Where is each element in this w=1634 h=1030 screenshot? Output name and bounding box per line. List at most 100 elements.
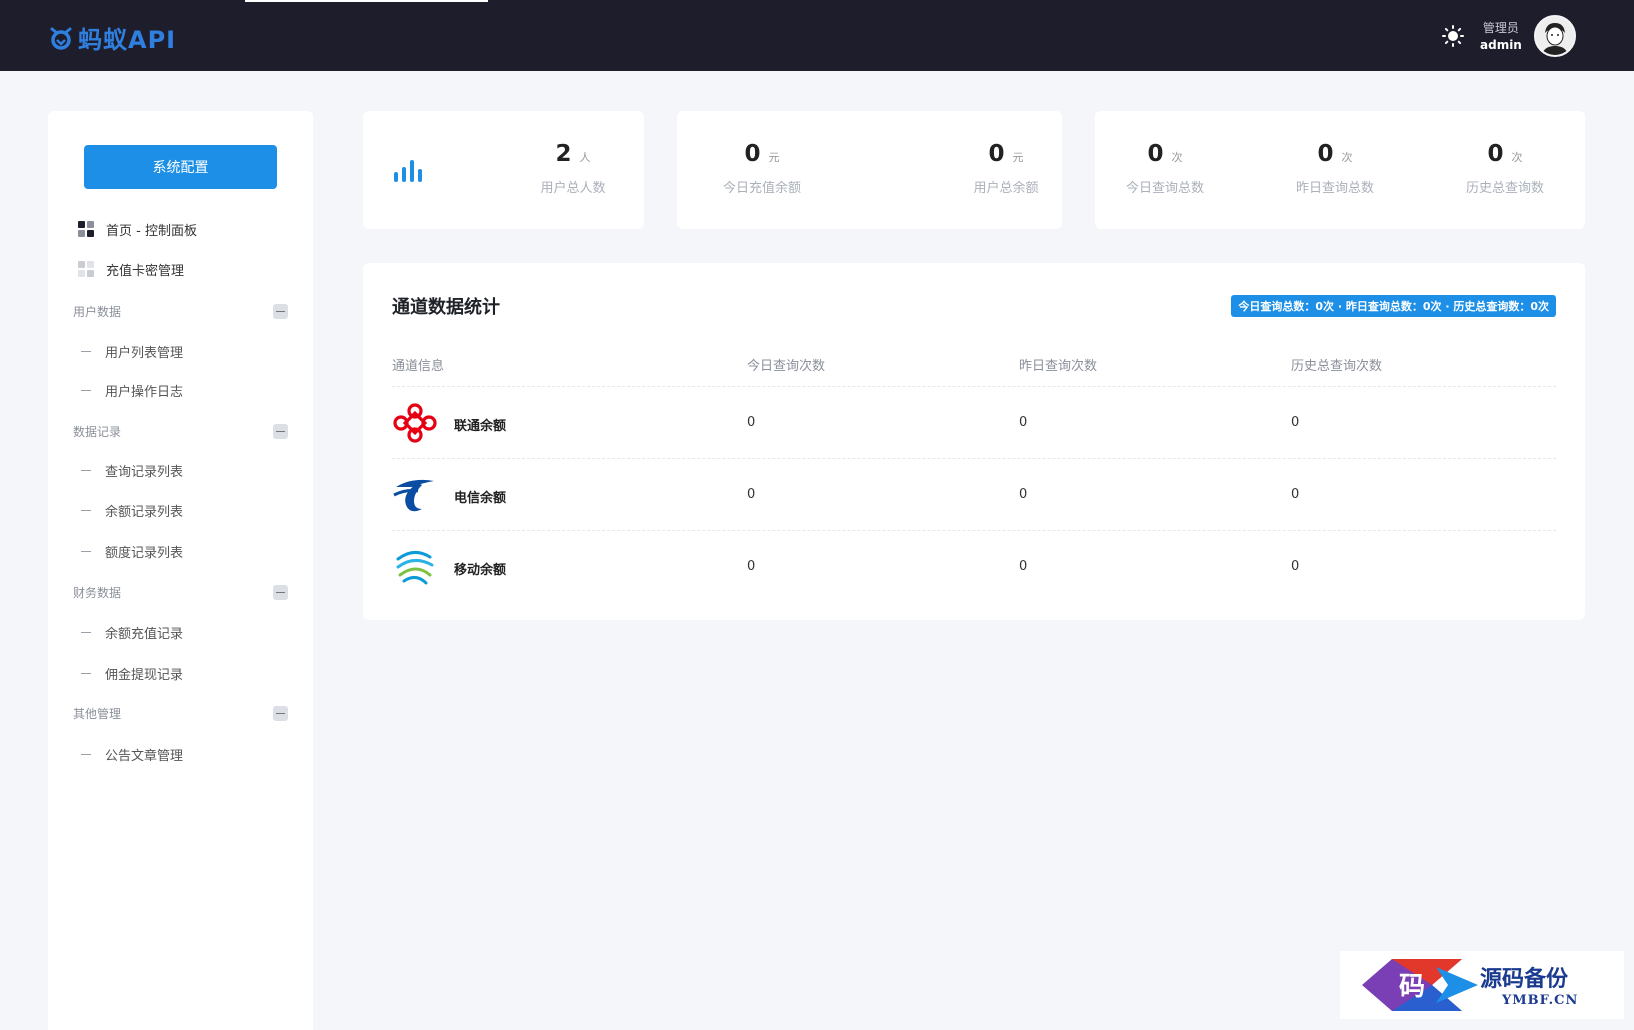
sidebar-item-withdraw-records[interactable]: 佣金提现记录 xyxy=(81,662,183,684)
dash-icon xyxy=(81,672,91,674)
sidebar: 系统配置 首页 - 控制面板 充值卡密管理 用户数据 用户列表管理 用户操作日志… xyxy=(48,111,313,1030)
user-role: 管理员 xyxy=(1482,21,1519,35)
stat-label: 用户总人数 xyxy=(540,181,606,196)
group-title-label: 其他管理 xyxy=(73,706,122,721)
dash-icon xyxy=(81,509,91,511)
stat-unit: 元 xyxy=(1012,151,1024,164)
channel-stats-panel: 通道数据统计 今日查询总数：0次 · 昨日查询总数：0次 · 历史总查询数：0次… xyxy=(363,263,1585,620)
stat-label: 今日充值余额 xyxy=(722,181,801,196)
stat-value: 0 xyxy=(988,141,1005,167)
stat-unit: 人 xyxy=(579,151,591,164)
collapse-minus-icon[interactable] xyxy=(273,303,288,319)
channel-name: 移动余额 xyxy=(454,563,507,578)
top-bar: 蚂蚁API 管理员 admin xyxy=(0,0,1634,71)
app-logo[interactable]: 蚂蚁API xyxy=(48,20,176,55)
dash-icon xyxy=(81,469,91,471)
stat-total-balance: 0元 用户总余额 xyxy=(936,141,1076,196)
stat-users: 2人 用户总人数 xyxy=(503,141,643,196)
stat-history-queries: 0次 历史总查询数 xyxy=(1435,141,1575,196)
sidebar-group-user-data: 用户数据 xyxy=(73,301,288,321)
stat-value: 0 xyxy=(1317,141,1334,167)
china-telecom-logo-icon xyxy=(392,473,438,517)
table-header-today: 今日查询次数 xyxy=(747,359,826,374)
watermark-domain: YMBF.CN xyxy=(1502,993,1579,1008)
sidebar-item-articles[interactable]: 公告文章管理 xyxy=(81,743,183,765)
stat-today-recharge: 0元 今日充值余额 xyxy=(692,141,832,196)
sidebar-item-query-records[interactable]: 查询记录列表 xyxy=(81,459,183,481)
today-count: 0 xyxy=(747,559,756,574)
watermark-badge: 码 源码备份 YMBF.CN xyxy=(1340,951,1624,1019)
dashboard-grid-icon xyxy=(78,221,94,237)
top-tab-indicator xyxy=(245,0,488,2)
dash-icon xyxy=(81,631,91,633)
sidebar-group-other: 其他管理 xyxy=(73,703,288,723)
sidebar-group-data-records: 数据记录 xyxy=(73,421,288,441)
dash-icon xyxy=(81,389,91,391)
sidebar-item-label: 公告文章管理 xyxy=(105,748,184,764)
watermark-logo-icon: 码 xyxy=(1362,959,1478,1011)
collapse-minus-icon[interactable] xyxy=(273,584,288,600)
sidebar-item-dashboard[interactable]: 首页 - 控制面板 xyxy=(78,217,197,241)
watermark-glyph: 码 xyxy=(1399,972,1425,1002)
stat-card-balance: 0元 今日充值余额 0元 用户总余额 xyxy=(677,111,1062,229)
dash-icon xyxy=(81,350,91,352)
avatar[interactable] xyxy=(1534,15,1576,57)
sidebar-item-user-log[interactable]: 用户操作日志 xyxy=(81,379,183,401)
stat-yesterday-queries: 0次 昨日查询总数 xyxy=(1265,141,1405,196)
sidebar-item-label: 用户列表管理 xyxy=(105,345,184,361)
bar-chart-icon xyxy=(394,160,422,182)
group-title-label: 财务数据 xyxy=(73,585,122,600)
stat-value: 0 xyxy=(1147,141,1164,167)
sidebar-item-label: 首页 - 控制面板 xyxy=(106,223,197,239)
theme-toggle-button[interactable] xyxy=(1441,24,1465,48)
history-count: 0 xyxy=(1291,559,1300,574)
panel-title: 通道数据统计 xyxy=(392,297,500,318)
sidebar-item-label: 用户操作日志 xyxy=(105,384,184,400)
dash-icon xyxy=(81,550,91,552)
user-name: admin xyxy=(1480,38,1522,52)
stat-label: 昨日查询总数 xyxy=(1295,181,1374,196)
sidebar-item-label: 佣金提现记录 xyxy=(105,667,184,683)
stat-unit: 元 xyxy=(768,151,780,164)
watermark-title: 源码备份 xyxy=(1480,966,1569,992)
table-header-channel: 通道信息 xyxy=(392,359,445,374)
sidebar-group-finance: 财务数据 xyxy=(73,582,288,602)
sidebar-item-label: 额度记录列表 xyxy=(105,545,184,561)
stat-card-users: 2人 用户总人数 xyxy=(363,111,644,229)
stat-value: 0 xyxy=(1487,141,1504,167)
grid-icon xyxy=(78,261,94,277)
stat-value: 0 xyxy=(744,141,761,167)
system-config-button[interactable]: 系统配置 xyxy=(84,145,277,189)
stat-label: 今日查询总数 xyxy=(1125,181,1204,196)
sidebar-item-recharge-card[interactable]: 充值卡密管理 xyxy=(78,257,184,281)
today-count: 0 xyxy=(747,415,756,430)
stat-today-queries: 0次 今日查询总数 xyxy=(1095,141,1235,196)
sidebar-item-user-list[interactable]: 用户列表管理 xyxy=(81,340,183,362)
sidebar-item-recharge-records[interactable]: 余额充值记录 xyxy=(81,621,183,643)
channel-name: 电信余额 xyxy=(454,491,507,506)
history-count: 0 xyxy=(1291,415,1300,430)
channel-name: 联通余额 xyxy=(454,419,507,434)
table-header-yesterday: 昨日查询次数 xyxy=(1019,359,1098,374)
sidebar-item-label: 余额记录列表 xyxy=(105,504,184,520)
china-unicom-logo-icon xyxy=(392,401,438,445)
table-header-history: 历史总查询次数 xyxy=(1291,359,1383,374)
yesterday-count: 0 xyxy=(1019,559,1028,574)
group-title-label: 用户数据 xyxy=(73,304,122,319)
app-logo-text: 蚂蚁API xyxy=(78,26,177,54)
table-row: 移动余额 0 0 0 xyxy=(392,530,1556,602)
china-mobile-logo-icon xyxy=(392,545,438,589)
user-info[interactable]: 管理员 admin xyxy=(1480,20,1522,54)
sidebar-item-quota-records[interactable]: 额度记录列表 xyxy=(81,540,183,562)
stat-label: 用户总余额 xyxy=(973,181,1039,196)
history-count: 0 xyxy=(1291,487,1300,502)
table-row: 联通余额 0 0 0 xyxy=(392,386,1556,458)
user-avatar-icon xyxy=(1536,17,1574,55)
ant-logo-icon xyxy=(50,27,72,50)
stat-card-queries: 0次 今日查询总数 0次 昨日查询总数 0次 历史总查询数 xyxy=(1095,111,1585,229)
sidebar-item-balance-records[interactable]: 余额记录列表 xyxy=(81,499,183,521)
stat-label: 历史总查询数 xyxy=(1465,181,1544,196)
sidebar-item-label: 充值卡密管理 xyxy=(106,263,185,279)
collapse-minus-icon[interactable] xyxy=(273,423,288,439)
collapse-minus-icon[interactable] xyxy=(273,705,288,721)
